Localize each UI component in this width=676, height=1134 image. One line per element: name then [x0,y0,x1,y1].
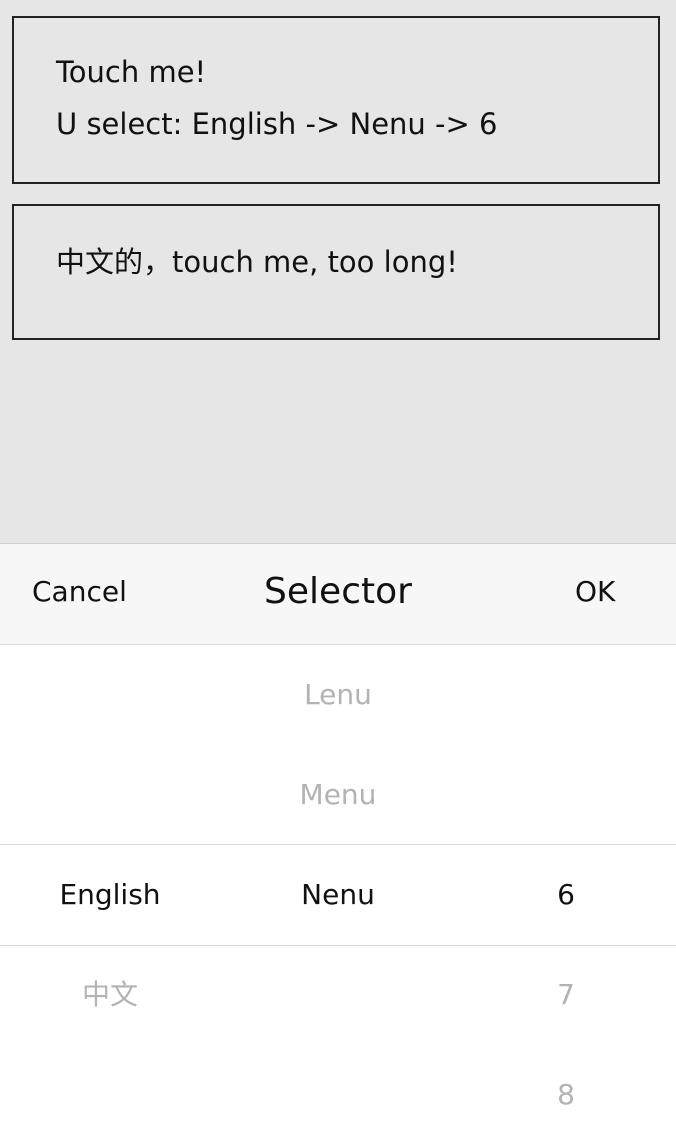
menu-wheel[interactable]: Lenu Menu Nenu [226,645,450,1134]
language-option-english[interactable]: English [0,875,220,915]
picker-sheet: Cancel Selector OK English 中文 Lenu Menu … [0,543,676,1134]
card-1-selection-text: U select: English -> Nenu -> 6 [56,107,498,141]
ok-button[interactable]: OK [575,572,615,612]
touch-card-1[interactable]: Touch me! U select: English -> Nenu -> 6 [12,16,660,184]
card-1-title: Touch me! [56,55,207,89]
number-option-6[interactable]: 6 [456,875,676,915]
menu-option-menu[interactable]: Menu [226,775,450,815]
number-option-7[interactable]: 7 [456,975,676,1015]
cancel-button[interactable]: Cancel [32,572,127,612]
card-2-title: 中文的，touch me, too long! [56,245,458,279]
language-option-chinese[interactable]: 中文 [0,975,220,1015]
number-option-8[interactable]: 8 [456,1075,676,1115]
menu-option-nenu[interactable]: Nenu [226,875,450,915]
picker-toolbar: Cancel Selector OK [0,543,676,645]
picker-wheels: English 中文 Lenu Menu Nenu 6 7 8 [0,645,676,1134]
language-wheel[interactable]: English 中文 [0,645,220,1134]
touch-card-2[interactable]: 中文的，touch me, too long! [12,204,660,340]
number-wheel[interactable]: 6 7 8 [456,645,676,1134]
menu-option-lenu[interactable]: Lenu [226,675,450,715]
